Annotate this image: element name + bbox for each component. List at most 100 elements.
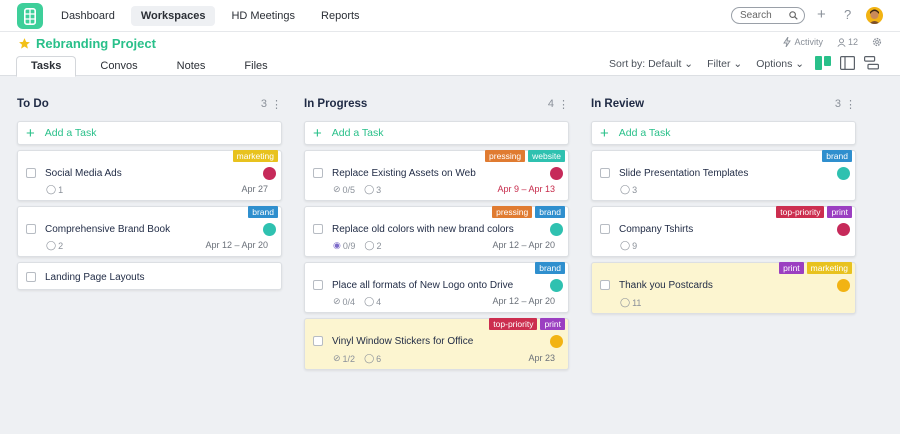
split-view-icon[interactable] xyxy=(840,56,855,70)
checklist-value: 0/4 xyxy=(342,296,356,307)
task-checkbox[interactable] xyxy=(600,280,610,290)
nav-dashboard[interactable]: Dashboard xyxy=(51,6,125,26)
comments-count: ◯ 3 xyxy=(620,184,637,195)
tag-website[interactable]: website xyxy=(528,150,565,162)
tag-print[interactable]: print xyxy=(827,206,852,218)
comments-value: 6 xyxy=(376,353,382,364)
app-logo-icon[interactable] xyxy=(17,3,43,29)
tag-top-priority[interactable]: top-priority xyxy=(776,206,825,218)
comments-count: ◯ 1 xyxy=(46,184,63,195)
tab-files[interactable]: Files xyxy=(229,56,282,76)
task-date: Apr 12 – Apr 20 xyxy=(492,296,555,306)
task-card[interactable]: top-priority print Vinyl Window Stickers… xyxy=(304,318,569,370)
task-checkbox[interactable] xyxy=(26,272,36,282)
task-card[interactable]: print marketing Thank you Postcards ◯ 11 xyxy=(591,262,856,314)
tab-notes[interactable]: Notes xyxy=(162,56,221,76)
nav-reports[interactable]: Reports xyxy=(311,6,370,26)
timeline-view-icon[interactable] xyxy=(864,56,879,70)
task-checkbox[interactable] xyxy=(600,168,610,178)
tag-brand[interactable]: brand xyxy=(535,262,565,274)
add-task-button[interactable]: + Add a Task xyxy=(17,121,282,145)
add-task-button[interactable]: + Add a Task xyxy=(304,121,569,145)
tag-marketing[interactable]: marketing xyxy=(806,262,852,274)
top-bar: Dashboard Workspaces HD Meetings Reports… xyxy=(0,0,900,32)
column-title: In Progress xyxy=(304,98,368,110)
checklist-count: ◉ 0/9 xyxy=(333,240,355,251)
checklist-value: 1/2 xyxy=(342,353,356,364)
comments-value: 1 xyxy=(58,184,64,195)
task-card[interactable]: brand Comprehensive Brand Book ◯ 2 Apr 12… xyxy=(17,206,282,257)
assignee-avatar[interactable] xyxy=(837,223,850,236)
tag-top-priority[interactable]: top-priority xyxy=(489,318,538,330)
activity-label: Activity xyxy=(794,37,823,47)
task-card[interactable]: brand Place all formats of New Logo onto… xyxy=(304,262,569,313)
nav-workspaces[interactable]: Workspaces xyxy=(130,6,216,26)
more-vertical-icon[interactable]: ⋮ xyxy=(845,98,856,111)
tab-convos[interactable]: Convos xyxy=(85,56,152,76)
comments-value: 2 xyxy=(376,240,382,251)
comments-count: ◯ 9 xyxy=(620,240,637,251)
add-icon[interactable]: + xyxy=(817,7,826,23)
task-checkbox[interactable] xyxy=(313,224,323,234)
tag-print[interactable]: print xyxy=(540,318,565,330)
board-view-icon[interactable] xyxy=(815,56,831,70)
assignee-avatar[interactable] xyxy=(837,279,850,292)
task-card[interactable]: pressing brand Replace old colors with n… xyxy=(304,206,569,257)
star-icon[interactable] xyxy=(18,37,31,50)
assignee-avatar[interactable] xyxy=(837,167,850,180)
tag-print[interactable]: print xyxy=(779,262,804,274)
members-count[interactable]: 12 xyxy=(837,37,858,47)
task-title: Thank you Postcards xyxy=(619,280,713,291)
assignee-avatar[interactable] xyxy=(550,279,563,292)
nav-hd-meetings[interactable]: HD Meetings xyxy=(221,6,305,26)
more-vertical-icon[interactable]: ⋮ xyxy=(271,98,282,111)
assignee-avatar[interactable] xyxy=(550,335,563,348)
tag-marketing[interactable]: marketing xyxy=(232,150,278,162)
search-input[interactable]: Search xyxy=(731,7,805,24)
task-checkbox[interactable] xyxy=(600,224,610,234)
task-card[interactable]: brand Slide Presentation Templates ◯ 3 xyxy=(591,150,856,201)
sort-dropdown[interactable]: Sort by: Default ⌄ xyxy=(609,58,693,70)
task-card[interactable]: top-priority print Company Tshirts ◯ 9 xyxy=(591,206,856,257)
chevron-down-icon: ⌄ xyxy=(684,58,694,70)
members-count-label: 12 xyxy=(847,37,858,47)
comment-icon: ◯ xyxy=(364,184,375,194)
task-checkbox[interactable] xyxy=(313,336,323,346)
comments-value: 11 xyxy=(632,297,642,308)
comments-count: ◯ 3 xyxy=(364,184,381,195)
settings-gear-icon[interactable] xyxy=(872,37,882,47)
user-avatar[interactable] xyxy=(866,7,883,24)
task-card[interactable]: Landing Page Layouts xyxy=(17,262,282,290)
assignee-avatar[interactable] xyxy=(263,223,276,236)
task-checkbox[interactable] xyxy=(26,168,36,178)
tag-brand[interactable]: brand xyxy=(248,206,278,218)
task-date: Apr 12 – Apr 20 xyxy=(205,240,268,250)
more-vertical-icon[interactable]: ⋮ xyxy=(558,98,569,111)
tag-pressing[interactable]: pressing xyxy=(492,206,533,218)
add-task-label: Add a Task xyxy=(331,127,384,139)
task-card[interactable]: pressing website Replace Existing Assets… xyxy=(304,150,569,201)
tab-tasks[interactable]: Tasks xyxy=(16,56,77,77)
tag-pressing[interactable]: pressing xyxy=(485,150,526,162)
project-header: Rebranding Project Activity 12 Tasks Con… xyxy=(0,32,900,77)
tag-brand[interactable]: brand xyxy=(822,150,852,162)
plus-icon: + xyxy=(600,124,609,142)
assignee-avatar[interactable] xyxy=(263,167,276,180)
task-checkbox[interactable] xyxy=(313,280,323,290)
task-checkbox[interactable] xyxy=(26,224,36,234)
help-icon[interactable]: ? xyxy=(844,7,851,23)
column-count: 3 xyxy=(834,98,841,110)
filter-dropdown[interactable]: Filter ⌄ xyxy=(707,58,742,70)
activity-link[interactable]: Activity xyxy=(783,37,823,47)
comments-value: 3 xyxy=(376,184,382,195)
assignee-avatar[interactable] xyxy=(550,167,563,180)
options-dropdown[interactable]: Options ⌄ xyxy=(756,58,804,70)
comments-count: ◯ 2 xyxy=(364,240,381,251)
task-checkbox[interactable] xyxy=(313,168,323,178)
checklist-icon: ⊘ xyxy=(333,184,341,194)
comments-count: ◯ 6 xyxy=(364,353,381,364)
assignee-avatar[interactable] xyxy=(550,223,563,236)
task-card[interactable]: marketing Social Media Ads ◯ 1 Apr 27 xyxy=(17,150,282,201)
add-task-button[interactable]: + Add a Task xyxy=(591,121,856,145)
tag-brand[interactable]: brand xyxy=(535,206,565,218)
